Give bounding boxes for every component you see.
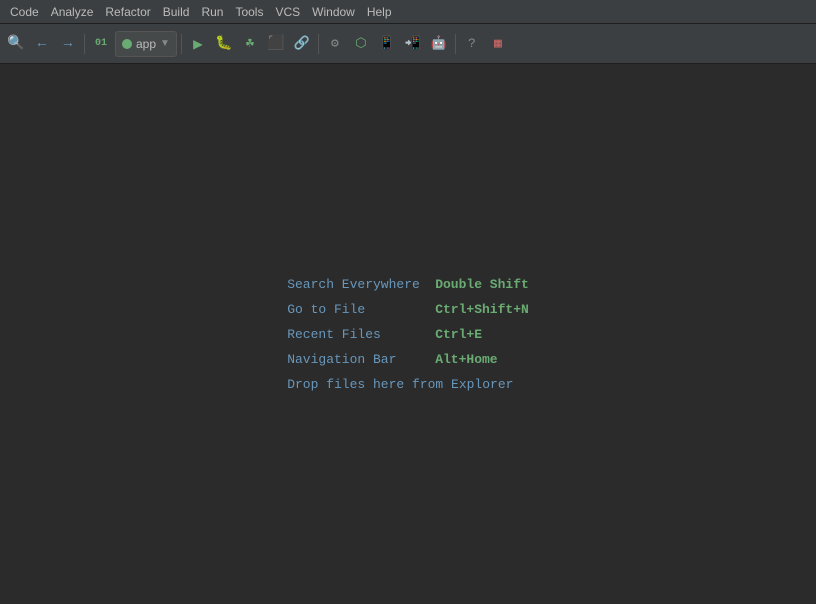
hint-recent-files-shortcut: Ctrl+E: [435, 327, 482, 342]
stop-button[interactable]: ⬛: [264, 32, 288, 56]
android-indicator: [122, 39, 132, 49]
menu-build[interactable]: Build: [157, 0, 196, 23]
menu-help[interactable]: Help: [361, 0, 398, 23]
menu-window[interactable]: Window: [306, 0, 361, 23]
main-content: Search Everywhere Double Shift Go to Fil…: [0, 64, 816, 604]
toolbar-separator-2: [181, 34, 182, 54]
menu-tools[interactable]: Tools: [229, 0, 269, 23]
coverage-button[interactable]: ☘: [238, 32, 262, 56]
back-button[interactable]: ←: [30, 32, 54, 56]
attach-debugger-button[interactable]: 🔗: [290, 32, 314, 56]
toolbar-separator-4: [455, 34, 456, 54]
hint-search-everywhere-label: Search Everywhere: [287, 277, 427, 292]
hint-recent-files-label: Recent Files: [287, 327, 427, 342]
device-manager-button[interactable]: 📲: [401, 32, 425, 56]
hint-row-gotofile: Go to File Ctrl+Shift+N: [287, 302, 529, 317]
android2-button[interactable]: 🤖: [427, 32, 451, 56]
hint-goto-file-label: Go to File: [287, 302, 427, 317]
search-icon[interactable]: 🔍: [4, 32, 28, 56]
help-button[interactable]: ?: [460, 32, 484, 56]
hint-row-recentfiles: Recent Files Ctrl+E: [287, 327, 529, 342]
run-button[interactable]: ▶: [186, 32, 210, 56]
sdk-manager-button[interactable]: ⬡: [349, 32, 373, 56]
app-selector-label: app: [136, 37, 156, 51]
app-selector[interactable]: app ▼: [115, 31, 177, 57]
chevron-down-icon: ▼: [160, 38, 170, 49]
hint-row-navbar: Navigation Bar Alt+Home: [287, 352, 529, 367]
hint-drop-files-label: Drop files here from Explorer: [287, 377, 513, 392]
hint-row-dropfiles: Drop files here from Explorer: [287, 377, 529, 392]
layout-inspector-button[interactable]: ▦: [486, 32, 510, 56]
avd-manager-button[interactable]: 📱: [375, 32, 399, 56]
hint-panel: Search Everywhere Double Shift Go to Fil…: [287, 277, 529, 392]
forward-button[interactable]: →: [56, 32, 80, 56]
menu-analyze[interactable]: Analyze: [45, 0, 100, 23]
toolbar-separator-1: [84, 34, 85, 54]
hint-search-everywhere-shortcut: Double Shift: [435, 277, 529, 292]
menu-vcs[interactable]: VCS: [269, 0, 306, 23]
menu-bar: Code Analyze Refactor Build Run Tools VC…: [0, 0, 816, 24]
hint-nav-bar-shortcut: Alt+Home: [435, 352, 497, 367]
hint-nav-bar-label: Navigation Bar: [287, 352, 427, 367]
toolbar: 🔍 ← → 01 app ▼ ▶ 🐛 ☘ ⬛ 🔗 ⚙ ⬡ 📱 📲 🤖 ? ▦: [0, 24, 816, 64]
debug-button[interactable]: 🐛: [212, 32, 236, 56]
menu-run[interactable]: Run: [195, 0, 229, 23]
hint-row-search: Search Everywhere Double Shift: [287, 277, 529, 292]
toolbar-separator-3: [318, 34, 319, 54]
menu-code[interactable]: Code: [4, 0, 45, 23]
hint-goto-file-shortcut: Ctrl+Shift+N: [435, 302, 529, 317]
gradle-sync-button[interactable]: ⚙: [323, 32, 347, 56]
code-style-icon[interactable]: 01: [89, 32, 113, 56]
menu-refactor[interactable]: Refactor: [99, 0, 156, 23]
